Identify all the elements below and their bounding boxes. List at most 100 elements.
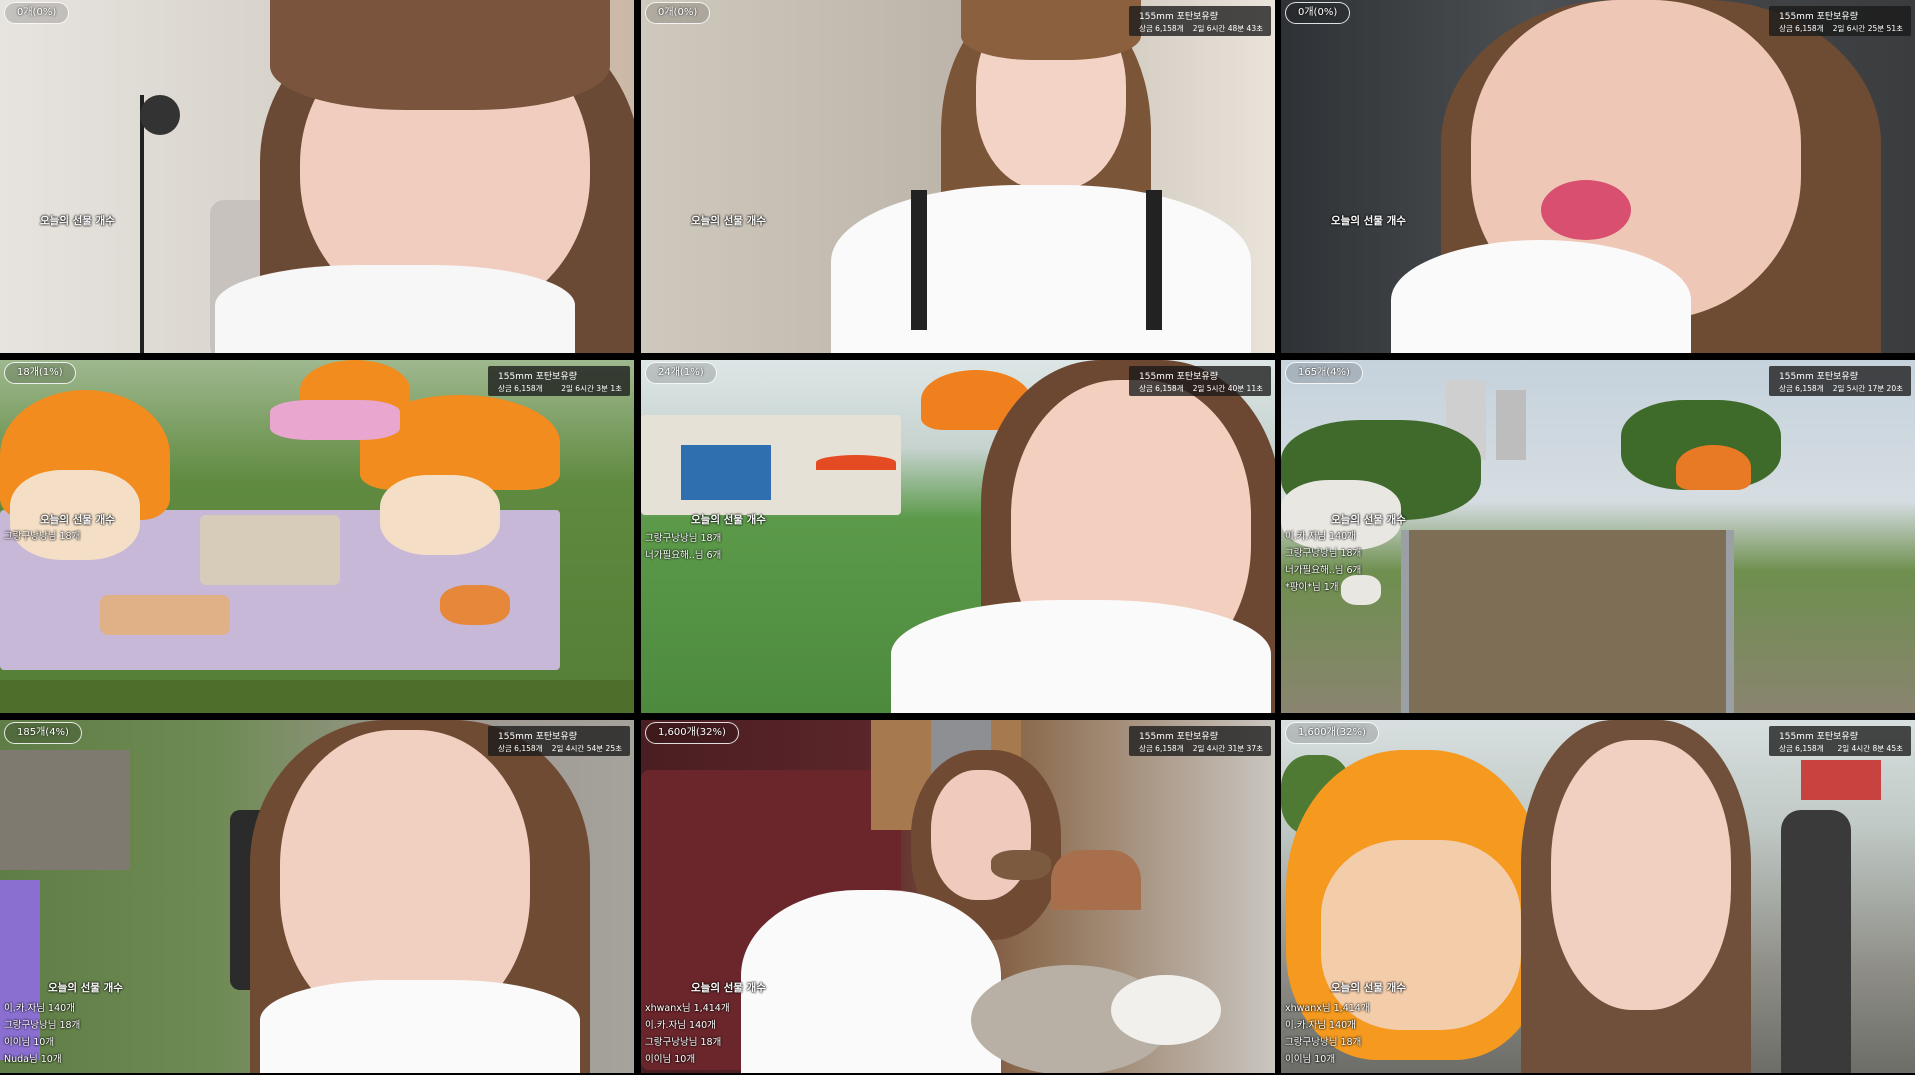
video-frame	[641, 0, 1275, 353]
scene-shape	[215, 265, 575, 353]
gift-donor-item: xhwanx님 1,414개	[1285, 1003, 1370, 1014]
scene-shape	[440, 585, 510, 625]
video-thumbnail-grid: 0개(0%) 오늘의 선물 개수 0개(0%) 155mm 포탄보유량 상금 6,158…	[0, 0, 1915, 1075]
stream-info-timer: 2일 6시간 3분 1초	[561, 384, 622, 393]
gift-count-label: 오늘의 선물 개수	[691, 514, 766, 526]
stream-info-title: 155mm 포탄보유량	[1139, 12, 1218, 22]
scene-shape	[1146, 190, 1162, 330]
scene-shape	[1051, 850, 1141, 910]
scene-shape	[270, 0, 610, 110]
scene-shape	[1781, 810, 1851, 1073]
scene-shape	[0, 680, 634, 713]
video-frame	[641, 360, 1275, 713]
stream-info-prize: 상금 6,158개	[498, 384, 543, 393]
video-frame	[641, 720, 1275, 1073]
stream-info-panel: 155mm 포탄보유량 상금 6,158개 2일 5시간 17분 20초	[1769, 366, 1911, 396]
gift-counter-badge: 0개(0%)	[4, 2, 70, 24]
stream-info-prize: 상금 6,158개	[498, 744, 543, 753]
gift-donor-list: 이.카.자님 140개 그랑구낭낭님 18개 너가필요해..님 6개 *팡이*님 1개	[1285, 528, 1361, 596]
scene-shape	[1676, 445, 1751, 490]
video-tile[interactable]: 1,600개(32%) 155mm 포탄보유량상금 6,158개 2일 4시간 8분…	[1281, 720, 1915, 1073]
gift-donor-item: 이.카.자님 140개	[4, 1003, 75, 1014]
stream-info-title: 155mm 포탄보유량	[1139, 732, 1218, 742]
gift-donor-list: xhwanx님 1,414개이.카.자님 140개그랑구낭낭님 18개이이님 1…	[645, 1000, 730, 1068]
video-tile[interactable]: 185개(4%) 155mm 포탄보유량상금 6,158개 2일 4시간 54분 2…	[0, 720, 634, 1073]
gift-count-label: 오늘의 선물 개수	[1331, 215, 1406, 227]
scene-shape	[1391, 240, 1691, 353]
gift-donor-item: 그랑구낭낭님 18개	[645, 1037, 722, 1048]
gift-donor-item: 이이님 10개	[645, 1054, 696, 1065]
gift-count-label: 오늘의 선물 개수	[1331, 982, 1406, 994]
gift-donor-item: 이.카.자님 140개	[645, 1020, 716, 1031]
stream-info-prize: 상금 6,158개	[1779, 744, 1824, 753]
gift-counter-badge: 0개(0%)	[645, 2, 711, 24]
gift-counter-badge: 24개(1%)	[645, 362, 717, 384]
stream-info-prize: 상금 6,158개	[1139, 384, 1184, 393]
stream-info-prize: 상금 6,158개	[1139, 24, 1184, 33]
stream-info-title: 155mm 포탄보유량	[498, 372, 577, 382]
video-tile[interactable]: 18개(1%) 155mm 포탄보유량 상금 6,158개 2일 6시간 3분 1초 오…	[0, 360, 634, 713]
scene-shape	[741, 890, 1001, 1073]
scene-shape	[911, 190, 927, 330]
gift-donor-item: 이이님 10개	[4, 1037, 55, 1048]
scene-shape	[931, 770, 1031, 900]
video-tile[interactable]: 24개(1%) 155mm 포탄보유량상금 6,158개 2일 5시간 40분 11…	[641, 360, 1275, 713]
stream-info-timer: 2일 4시간 8분 45초	[1837, 744, 1903, 753]
video-frame	[1281, 0, 1915, 353]
gift-donor-item: 이.카.자님 140개	[1285, 1020, 1356, 1031]
video-frame	[1281, 720, 1915, 1073]
scene-shape	[1551, 740, 1731, 1010]
gift-counter-badge: 0개(0%)	[1285, 2, 1351, 24]
gift-count-label: 오늘의 선물 개수	[48, 982, 123, 994]
scene-shape	[1496, 390, 1526, 460]
stream-info-title: 155mm 포탄보유량	[1779, 372, 1858, 382]
video-frame	[1281, 360, 1915, 713]
scene-shape	[1801, 760, 1881, 800]
gift-donor-item: 그랑구낭낭님 18개	[645, 533, 722, 544]
video-frame	[0, 360, 634, 713]
scene-shape	[1401, 530, 1731, 713]
scene-shape	[1726, 530, 1734, 713]
video-tile[interactable]: 0개(0%) 오늘의 선물 개수	[0, 0, 634, 353]
stream-info-panel: 155mm 포탄보유량상금 6,158개 2일 4시간 54분 25초	[488, 726, 630, 756]
gift-counter-badge: 185개(4%)	[4, 722, 82, 744]
video-frame	[0, 720, 634, 1073]
scene-shape	[270, 400, 400, 440]
stream-info-title: 155mm 포탄보유량	[498, 732, 577, 742]
video-tile[interactable]: 0개(0%) 155mm 포탄보유량 상금 6,158개 2일 6시간 25분 51초…	[1281, 0, 1915, 353]
gift-donor-item: 이.카.자님 140개	[1285, 531, 1356, 542]
gift-donor-list: 이.카.자님 140개 그랑구낭낭님 18개 이이님 10개 Nuda님 10개	[4, 1000, 80, 1068]
video-tile[interactable]: 1,600개(32%) 155mm 포탄보유량 상금 6,158개 2일 4시간 31…	[641, 720, 1275, 1073]
gift-donor-item: *팡이*님 1개	[1285, 582, 1339, 593]
scene-shape	[1111, 975, 1221, 1045]
video-tile[interactable]: 0개(0%) 155mm 포탄보유량 상금 6,158개 2일 6시간 48분 43초…	[641, 0, 1275, 353]
video-tile[interactable]: 165개(4%) 155mm 포탄보유량 상금 6,158개 2일 5시간 17분 2…	[1281, 360, 1915, 713]
scene-shape	[681, 445, 771, 500]
scene-shape	[831, 185, 1251, 353]
gift-count-label: 오늘의 선물 개수	[40, 215, 115, 227]
stream-info-timer: 2일 5시간 40분 11초	[1192, 384, 1263, 393]
gift-counter-badge: 165개(4%)	[1285, 362, 1363, 384]
scene-shape	[100, 595, 230, 635]
stream-info-timer: 2일 6시간 25분 51초	[1832, 24, 1903, 33]
video-frame	[0, 0, 634, 353]
gift-donor-item: Nuda님 10개	[4, 1054, 62, 1065]
gift-donor-list: 그랑구낭낭님 18개	[4, 528, 80, 545]
gift-counter-badge: 1,600개(32%)	[1285, 722, 1379, 744]
scene-shape	[1401, 530, 1409, 713]
gift-donor-item: 그랑구낭낭님 18개	[1285, 1037, 1362, 1048]
stream-info-timer: 2일 5시간 17분 20초	[1832, 384, 1903, 393]
gift-donor-item: 이이님 10개	[1285, 1054, 1336, 1065]
gift-donor-list: xhwanx님 1,414개이.카.자님 140개그랑구낭낭님 18개이이님 1…	[1285, 1000, 1370, 1068]
gift-counter-badge: 1,600개(32%)	[645, 722, 739, 744]
stream-info-prize: 상금 6,158개	[1779, 24, 1824, 33]
gift-donor-item: 너가필요해..님 6개	[1285, 565, 1362, 576]
stream-info-panel: 155mm 포탄보유량 상금 6,158개 2일 6시간 48분 43초	[1129, 6, 1271, 36]
stream-info-title: 155mm 포탄보유량	[1779, 732, 1858, 742]
gift-donor-item: xhwanx님 1,414개	[645, 1003, 730, 1014]
stream-info-timer: 2일 4시간 54분 25초	[551, 744, 622, 753]
stream-info-title: 155mm 포탄보유량	[1139, 372, 1218, 382]
scene-shape	[260, 980, 580, 1073]
stream-info-prize: 상금 6,158개	[1139, 744, 1184, 753]
stream-info-panel: 155mm 포탄보유량상금 6,158개 2일 5시간 40분 11초	[1129, 366, 1271, 396]
